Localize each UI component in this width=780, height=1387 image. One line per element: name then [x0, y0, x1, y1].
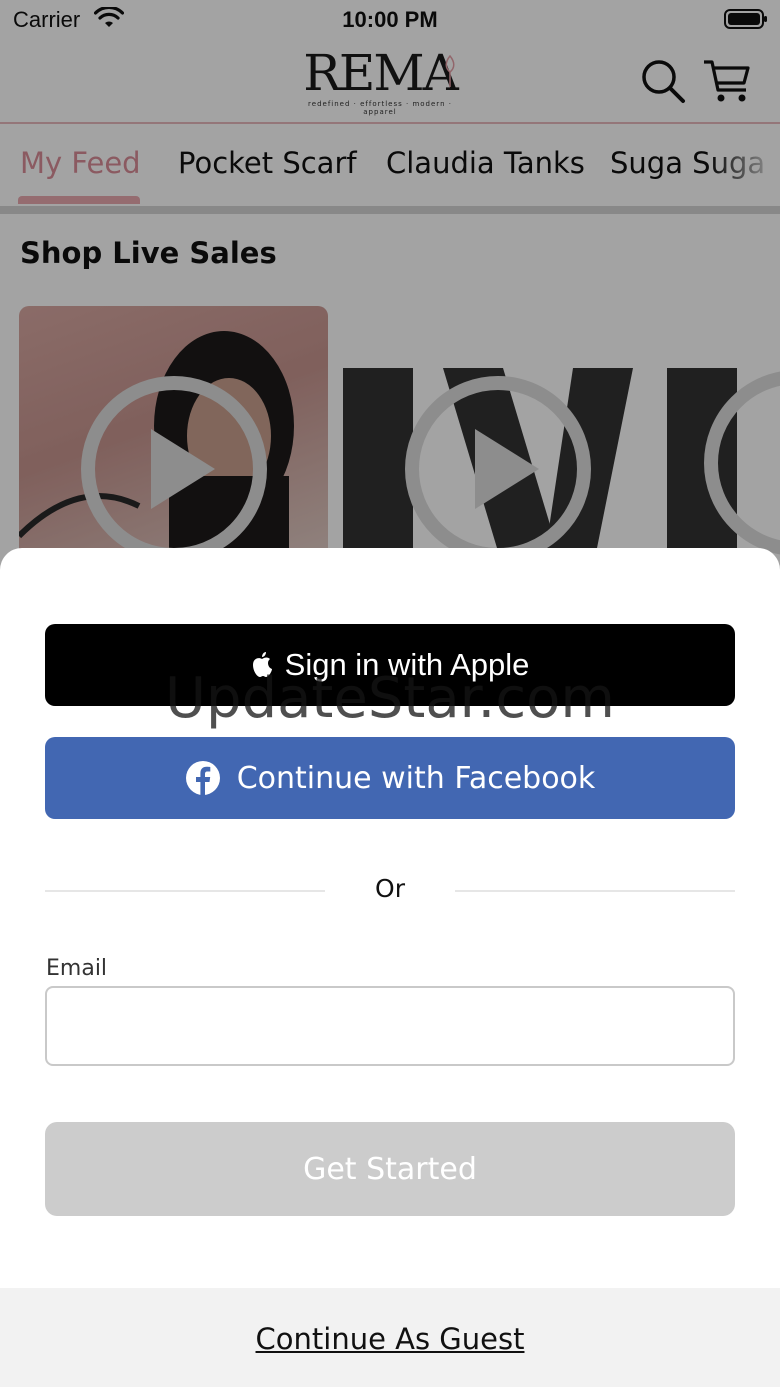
apple-button-label: Sign in with Apple — [284, 647, 530, 682]
guest-bar: Continue As Guest — [0, 1288, 780, 1387]
sign-in-sheet: Sign in with Apple UpdateStar.com Contin… — [0, 548, 780, 1387]
continue-as-guest-link[interactable]: Continue As Guest — [0, 1322, 780, 1356]
or-divider-right — [455, 890, 735, 892]
get-started-button[interactable]: Get Started — [45, 1122, 735, 1216]
email-label: Email — [46, 956, 108, 981]
facebook-icon — [185, 761, 220, 796]
continue-with-facebook-button[interactable]: Continue with Facebook — [45, 737, 735, 819]
get-started-label: Get Started — [303, 1151, 477, 1187]
or-label: Or — [375, 874, 405, 903]
email-field[interactable] — [45, 986, 735, 1066]
facebook-button-label: Continue with Facebook — [236, 760, 596, 796]
apple-icon — [252, 652, 272, 677]
sign-in-with-apple-button[interactable]: Sign in with Apple — [45, 624, 735, 706]
